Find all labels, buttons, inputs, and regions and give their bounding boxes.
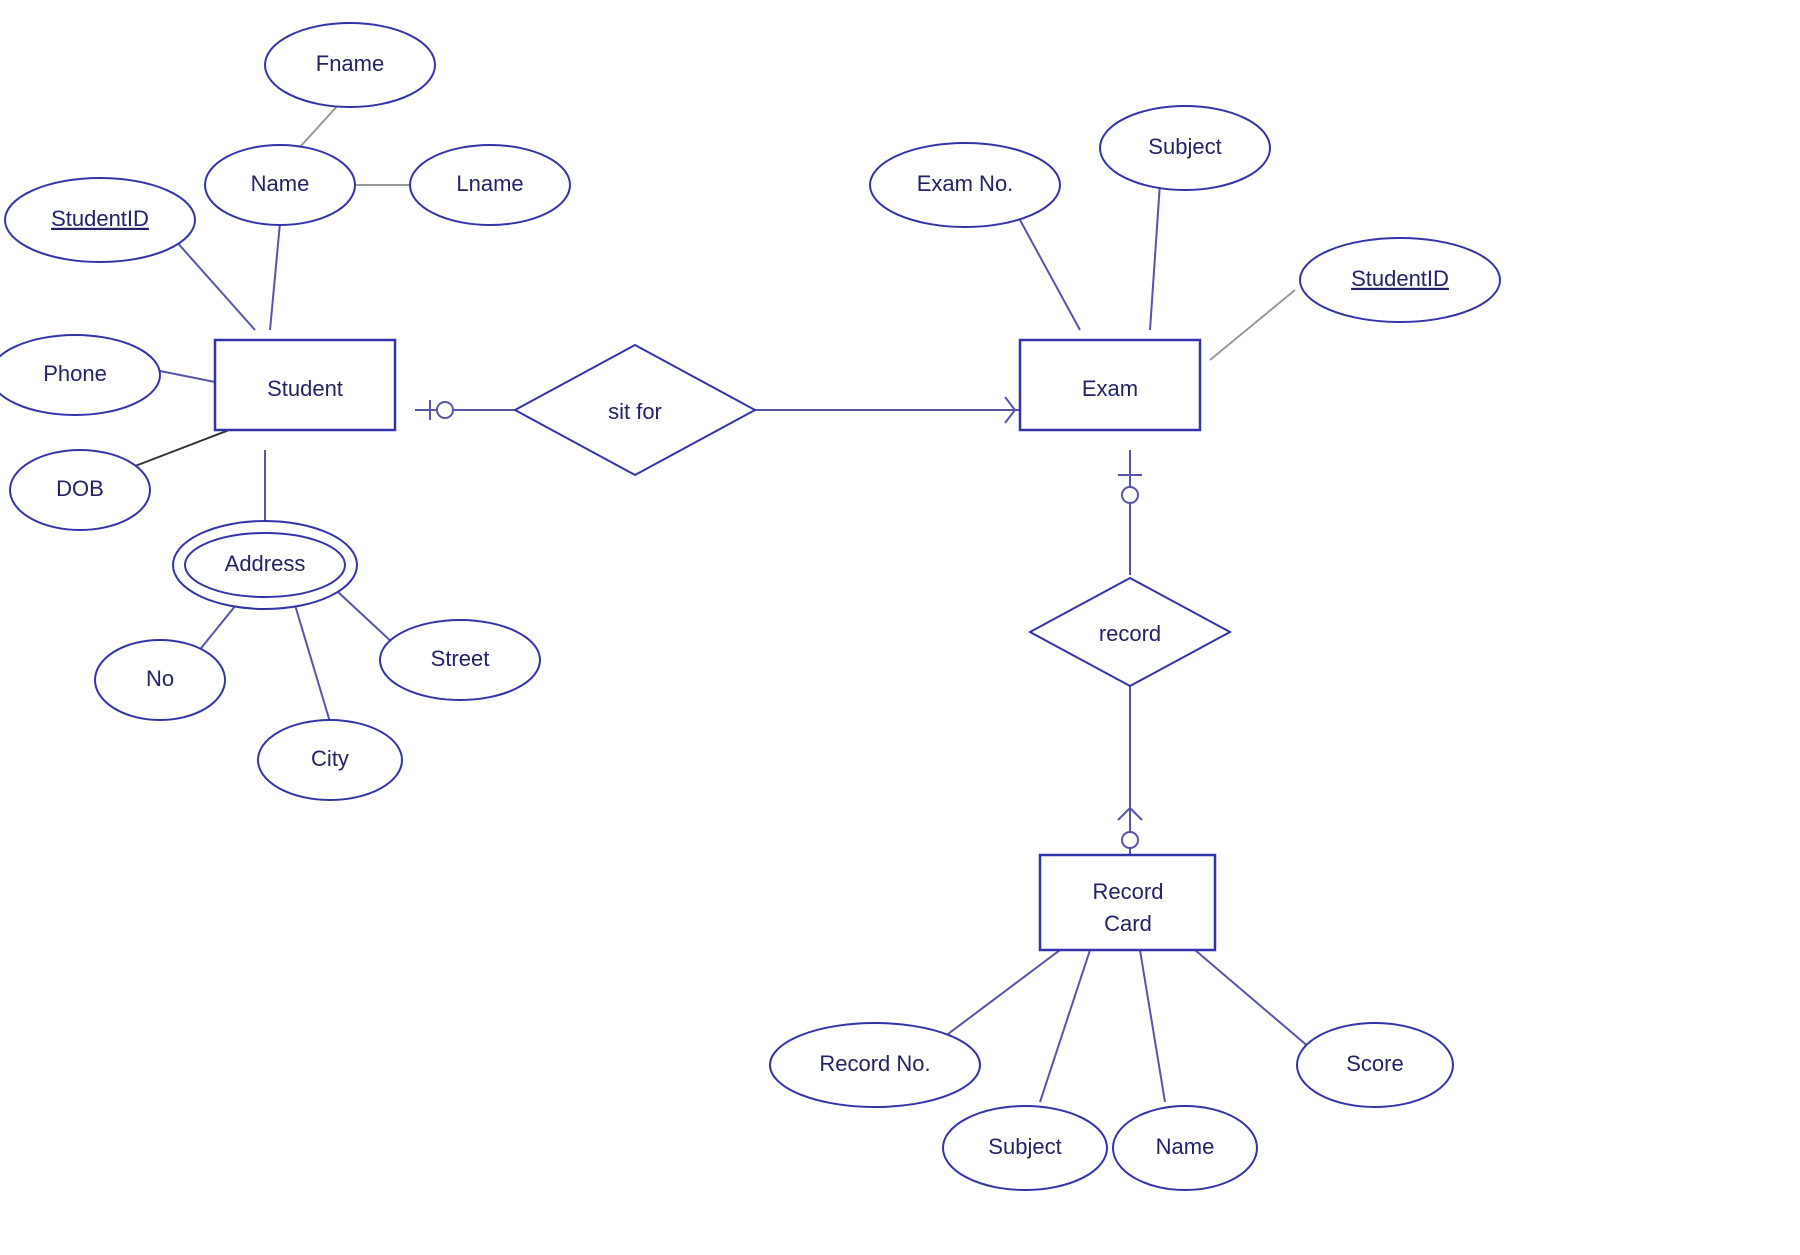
zero-mark-student — [437, 402, 453, 418]
label-city: City — [311, 746, 349, 771]
label-dob: DOB — [56, 476, 104, 501]
line-studentid-student — [175, 240, 255, 330]
line-score-rc — [1195, 950, 1310, 1048]
label-lname: Lname — [456, 171, 523, 196]
label-exam: Exam — [1082, 376, 1138, 401]
label-sitfor: sit for — [608, 399, 662, 424]
label-examno: Exam No. — [917, 171, 1014, 196]
line-name-student — [270, 223, 280, 330]
zero-mark-rc — [1122, 832, 1138, 848]
label-address: Address — [225, 551, 306, 576]
line-examno-exam — [1020, 220, 1080, 330]
label-student: Student — [267, 376, 343, 401]
line-name-rc — [1140, 950, 1165, 1102]
label-no: No — [146, 666, 174, 691]
label-score: Score — [1346, 1051, 1403, 1076]
label-record: record — [1099, 621, 1161, 646]
label-recordcard-line1: Record — [1093, 879, 1164, 904]
label-recordcard-line2: Card — [1104, 911, 1152, 936]
line-fname-name — [300, 103, 340, 147]
line-street-address — [338, 592, 395, 645]
label-subject-exam: Subject — [1148, 134, 1221, 159]
line-subject-rc — [1040, 950, 1090, 1102]
label-phone: Phone — [43, 361, 107, 386]
label-studentid-exam: StudentID — [1351, 266, 1449, 291]
zero-mark-exam-rec — [1122, 487, 1138, 503]
crow2 — [1005, 410, 1015, 423]
label-name-rc: Name — [1156, 1134, 1215, 1159]
line-city-address — [295, 605, 330, 722]
label-street: Street — [431, 646, 490, 671]
line-subject-exam — [1150, 183, 1160, 330]
crow-rc2 — [1130, 808, 1142, 820]
line-recordno-rc — [940, 950, 1060, 1040]
label-name: Name — [251, 171, 310, 196]
line-studentid-exam — [1210, 290, 1295, 360]
label-studentid: StudentID — [51, 206, 149, 231]
crow1 — [1005, 397, 1015, 410]
label-fname: Fname — [316, 51, 384, 76]
label-subject-rc: Subject — [988, 1134, 1061, 1159]
label-recordno: Record No. — [819, 1051, 930, 1076]
crow-rc1 — [1118, 808, 1130, 820]
